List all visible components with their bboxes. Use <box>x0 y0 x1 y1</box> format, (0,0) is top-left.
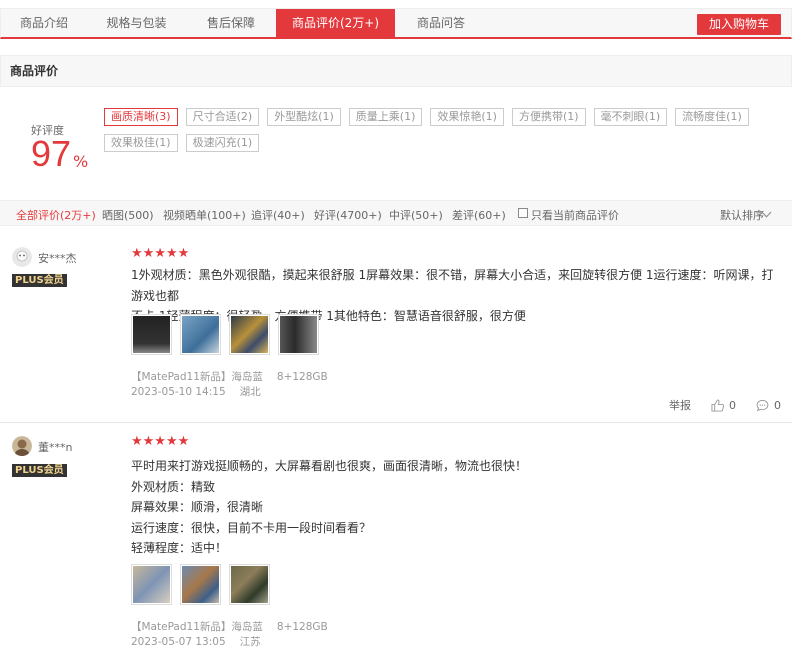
review-time: 2023-05-10 14:15 <box>131 386 226 398</box>
review-line: 1外观材质：黑色外观很酷，摸起来很舒服 1屏幕效果：很不错，屏幕大小合适，来回旋… <box>131 268 774 303</box>
report-label: 举报 <box>669 399 691 412</box>
review-images <box>131 314 319 355</box>
product-spec: 8+128GB <box>276 371 328 383</box>
only-current-label[interactable]: 只看当前商品评价 <box>531 207 619 223</box>
filter-positive[interactable]: 好评(4700+) <box>314 207 382 223</box>
comment-icon <box>756 399 769 411</box>
review-image[interactable] <box>131 564 172 605</box>
review-actions: 举报 0 0 <box>649 397 781 413</box>
review-tag[interactable]: 尺寸合适(2) <box>185 108 260 126</box>
filter-video[interactable]: 视频晒单(100+) <box>163 207 246 223</box>
like-count: 0 <box>729 398 736 412</box>
plus-member-badge: PLUS会员 <box>12 464 67 477</box>
filter-negative[interactable]: 差评(60+) <box>452 207 506 223</box>
filter-with-images[interactable]: 晒图(500) <box>102 207 154 223</box>
review-line: 轻薄程度：适中！ <box>131 541 228 555</box>
review-tag[interactable]: 质量上乘(1) <box>348 108 423 126</box>
comment-button[interactable]: 0 <box>756 399 781 412</box>
review-image[interactable] <box>131 314 172 355</box>
review-line: 运行速度：很快，目前不卡用一段时间看看？ <box>131 520 372 535</box>
only-current-checkbox[interactable] <box>518 208 528 218</box>
review-username: 董***n <box>38 441 73 454</box>
product-tabbar: 商品介绍 规格与包装 售后保障 商品评价(2万+) 商品问答 加入购物车 <box>0 8 792 39</box>
sort-dropdown[interactable]: 默认排序 <box>720 207 764 223</box>
rating-stars: ★★★★★ <box>131 246 190 261</box>
review-line: 屏幕效果：顺滑，很清晰 <box>131 500 264 514</box>
review-tag[interactable]: 方便携带(1) <box>511 108 586 126</box>
thumb-up-icon <box>711 398 724 412</box>
review-tag[interactable]: 极速闪充(1) <box>185 134 260 152</box>
review-tag[interactable]: 效果极佳(1) <box>104 134 178 152</box>
review-content: 平时用来打游戏挺顺畅的，大屏幕看剧也很爽，画面很清晰，物流也很快！ 外观材质：精… <box>131 456 781 559</box>
review-time-meta: 2023-05-07 13:05 江苏 <box>131 634 275 649</box>
review-tag[interactable]: 流畅度佳(1) <box>675 108 749 126</box>
filter-neutral[interactable]: 中评(50+) <box>389 207 443 223</box>
review-location: 江苏 <box>239 636 261 648</box>
review-tag[interactable]: 效果惊艳(1) <box>430 108 504 126</box>
review-image[interactable] <box>180 564 221 605</box>
review-line: 外观材质：精致 <box>131 479 216 494</box>
avatar <box>12 247 32 267</box>
product-variant: 【MatePad11新品】海岛蓝 <box>131 371 263 383</box>
review-item: 安***杰 PLUS会员 ★★★★★ 1外观材质：黑色外观很酷，摸起来很舒服 1… <box>0 230 792 423</box>
tab-spec-packaging[interactable]: 规格与包装 <box>87 9 186 38</box>
review-image[interactable] <box>229 314 270 355</box>
report-link[interactable]: 举报 <box>669 397 691 413</box>
avatar <box>12 436 32 456</box>
review-time: 2023-05-07 13:05 <box>131 636 226 648</box>
like-button[interactable]: 0 <box>711 399 736 412</box>
review-product-meta: 【MatePad11新品】海岛蓝 8+128GB <box>131 369 342 384</box>
tab-reviews[interactable]: 商品评价(2万+) <box>276 9 395 38</box>
review-image[interactable] <box>180 314 221 355</box>
tab-product-intro[interactable]: 商品介绍 <box>1 9 87 38</box>
review-tag[interactable]: 画质清晰(3) <box>104 108 178 126</box>
review-username: 安***杰 <box>38 252 77 265</box>
add-to-cart-button[interactable]: 加入购物车 <box>696 14 781 35</box>
rating-stars: ★★★★★ <box>131 434 190 449</box>
filter-all[interactable]: 全部评价(2万+) <box>16 207 96 223</box>
review-item: 董***n PLUS会员 ★★★★★ 平时用来打游戏挺顺畅的，大屏幕看剧也很爽，… <box>0 424 792 649</box>
review-line: 平时用来打游戏挺顺畅的，大屏幕看剧也很爽，画面很清晰，物流也很快！ <box>131 459 528 473</box>
tab-after-sales[interactable]: 售后保障 <box>186 9 276 38</box>
review-image[interactable] <box>229 564 270 605</box>
product-spec: 8+128GB <box>276 621 328 633</box>
filter-follow-up[interactable]: 追评(40+) <box>251 207 305 223</box>
review-time-meta: 2023-05-10 14:15 湖北 <box>131 384 275 399</box>
review-tag[interactable]: 外型酷炫(1) <box>267 108 341 126</box>
comment-count: 0 <box>774 398 781 412</box>
rating-unit: % <box>73 152 89 171</box>
review-image[interactable] <box>278 314 319 355</box>
plus-member-badge: PLUS会员 <box>12 274 67 287</box>
review-images <box>131 564 270 605</box>
rating-value: 97 <box>31 133 72 174</box>
tab-qa[interactable]: 商品问答 <box>395 9 487 38</box>
review-filter-bar: 全部评价(2万+) 晒图(500) 视频晒单(100+) 追评(40+) 好评(… <box>0 200 792 226</box>
section-title: 商品评价 <box>0 55 792 87</box>
product-variant: 【MatePad11新品】海岛蓝 <box>131 621 263 633</box>
review-tag[interactable]: 毫不刺眼(1) <box>593 108 668 126</box>
review-product-meta: 【MatePad11新品】海岛蓝 8+128GB <box>131 619 342 634</box>
review-tags: 画质清晰(3) 尺寸合适(2) 外型酷炫(1) 质量上乘(1) 效果惊艳(1) … <box>104 108 764 152</box>
review-location: 湖北 <box>239 386 261 398</box>
